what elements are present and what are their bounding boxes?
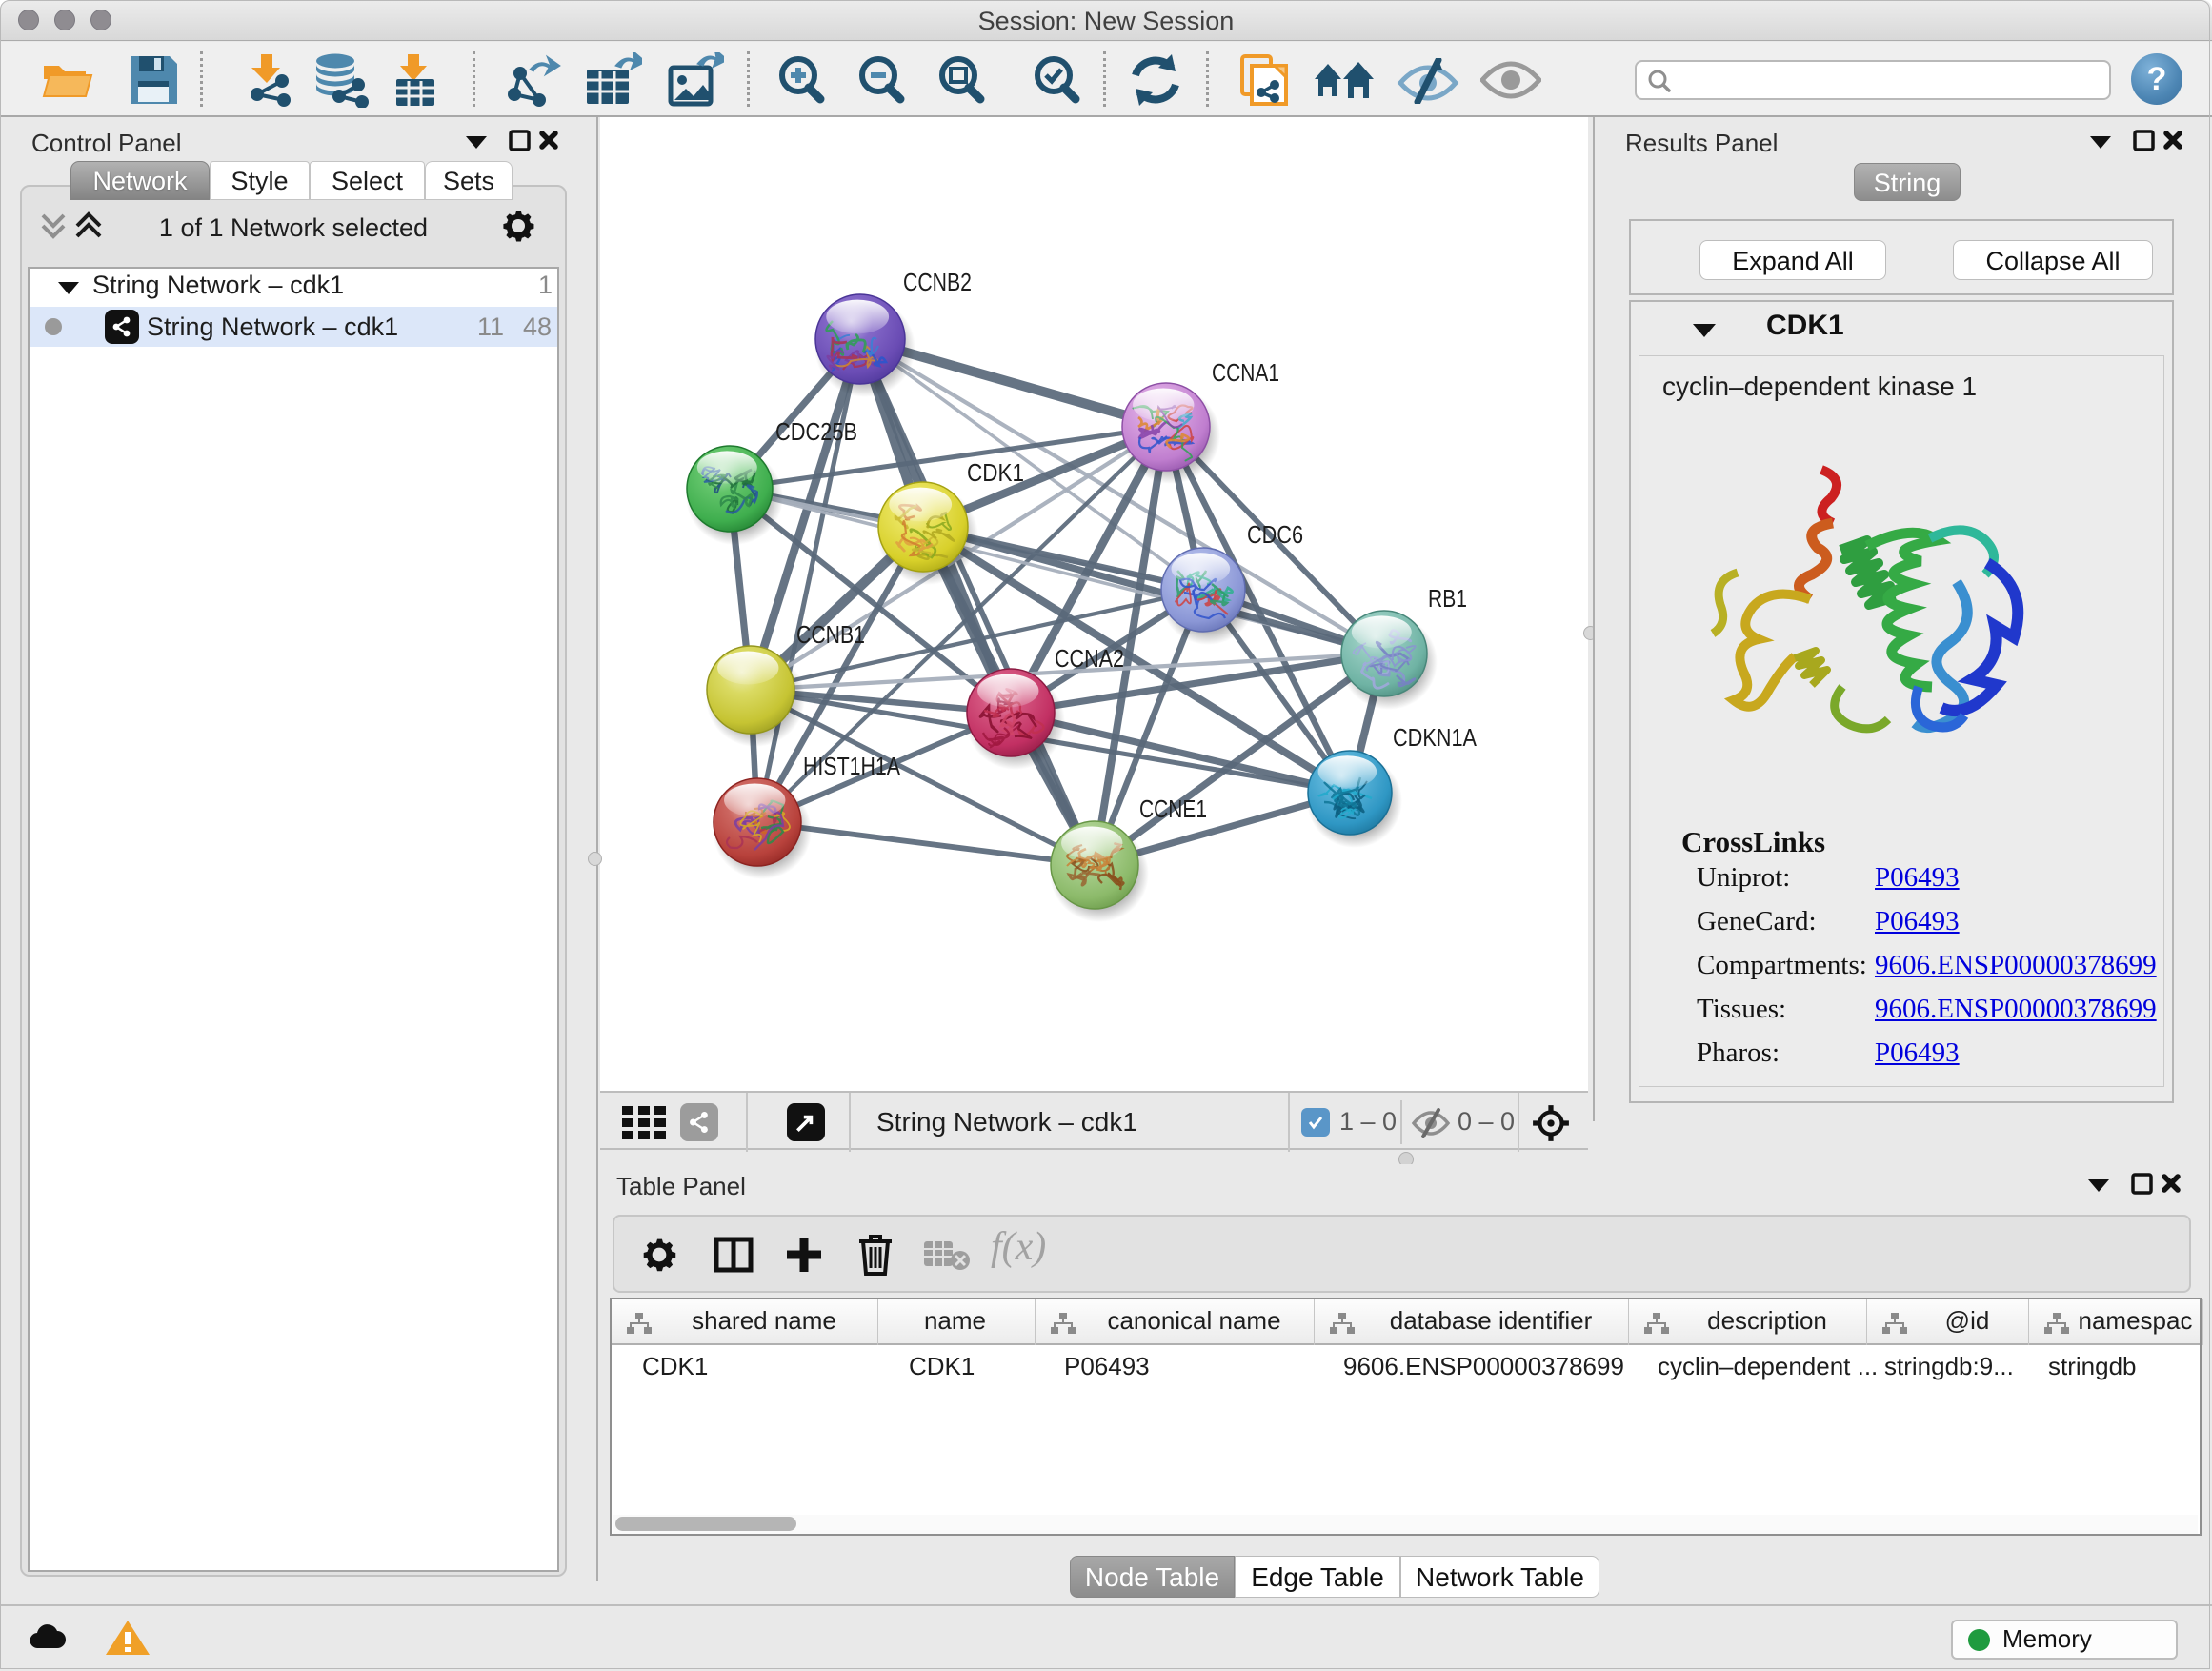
svg-text:CCNA1: CCNA1 xyxy=(1212,358,1279,387)
svg-text:CDC25B: CDC25B xyxy=(775,417,857,446)
svg-text:CCNB2: CCNB2 xyxy=(903,268,972,296)
svg-text:CDK1: CDK1 xyxy=(967,458,1024,487)
svg-text:CDC6: CDC6 xyxy=(1247,520,1303,549)
svg-text:CCNE1: CCNE1 xyxy=(1139,795,1207,823)
svg-text:CDKN1A: CDKN1A xyxy=(1393,723,1478,752)
svg-text:HIST1H1A: HIST1H1A xyxy=(803,752,901,780)
svg-text:CCNB1: CCNB1 xyxy=(796,620,865,649)
svg-text:RB1: RB1 xyxy=(1428,584,1467,613)
svg-text:CCNA2: CCNA2 xyxy=(1055,644,1124,673)
